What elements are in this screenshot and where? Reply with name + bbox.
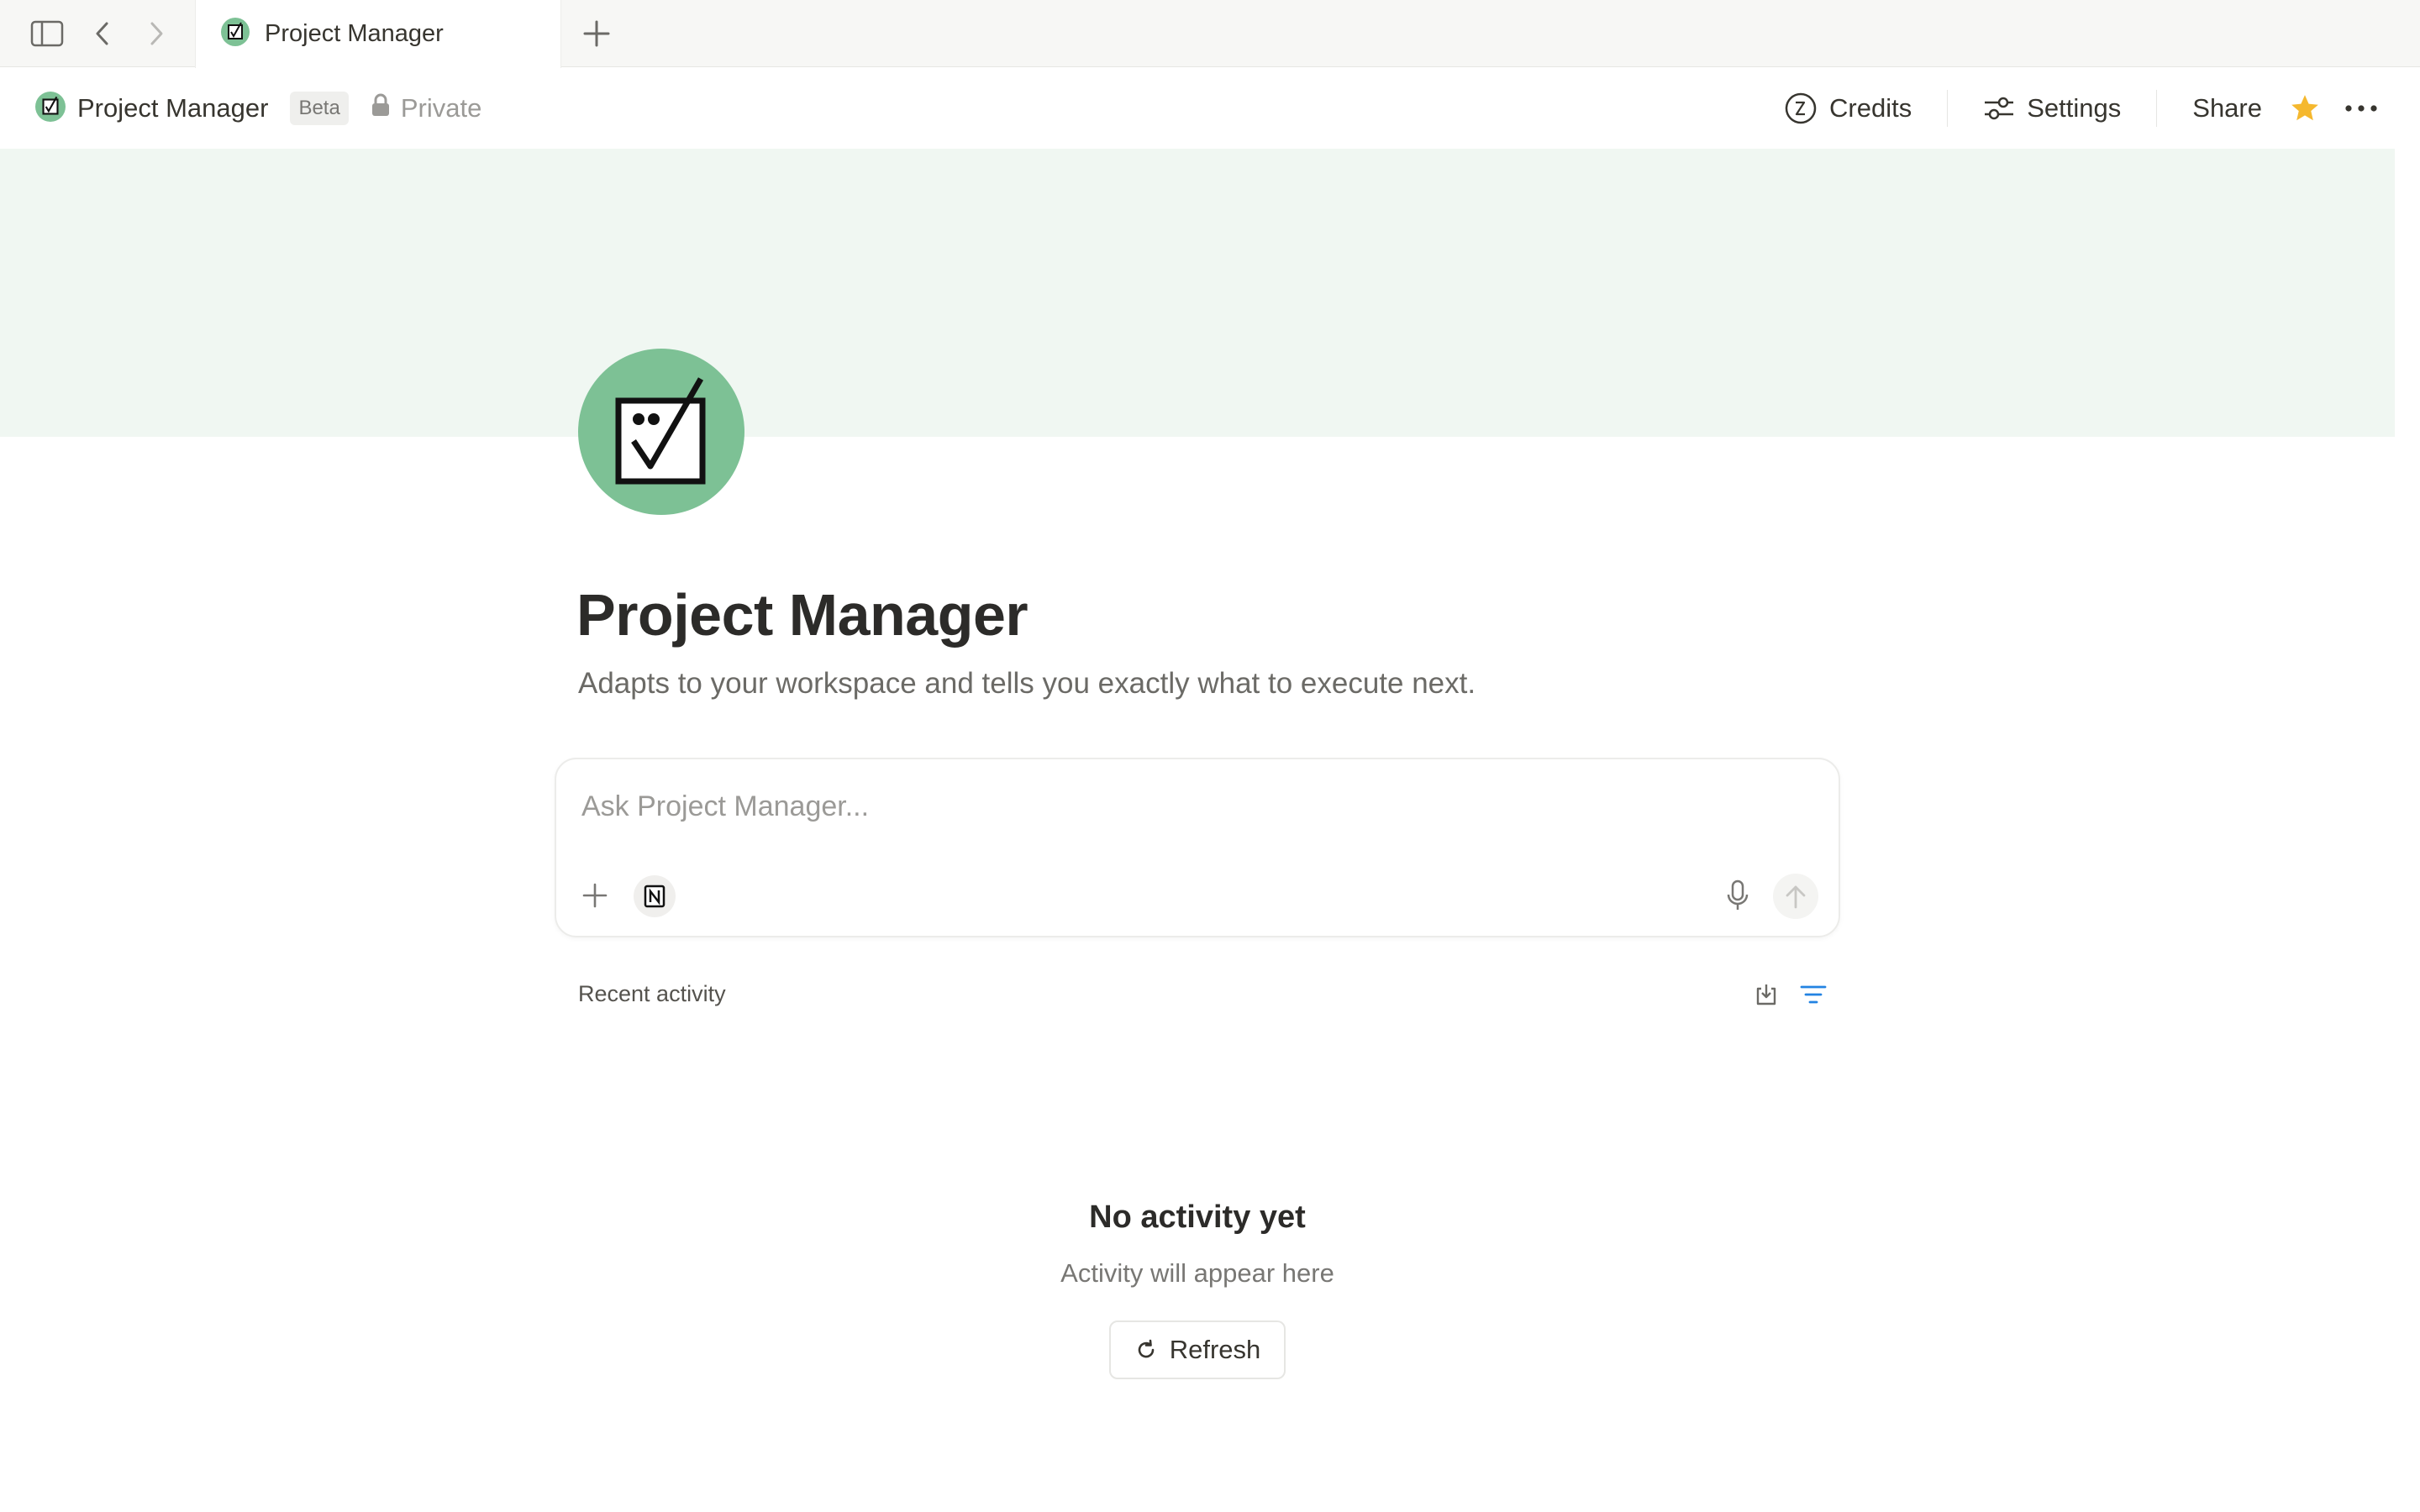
checkbox-face-icon bbox=[35, 91, 66, 126]
credits-icon bbox=[1784, 92, 1818, 125]
sliders-icon bbox=[1983, 95, 2015, 122]
microphone-icon[interactable] bbox=[1719, 877, 1756, 914]
tab-label: Project Manager bbox=[265, 20, 444, 47]
page-header: Project Manager Beta Private Credits Set… bbox=[0, 68, 2420, 149]
tab-project-manager[interactable]: Project Manager bbox=[195, 0, 561, 68]
privacy-status: Private bbox=[371, 93, 481, 123]
breadcrumb-title: Project Manager bbox=[77, 93, 269, 123]
chevron-left-icon[interactable] bbox=[82, 13, 123, 54]
refresh-label: Refresh bbox=[1169, 1335, 1261, 1364]
plus-icon[interactable] bbox=[576, 877, 613, 914]
arrow-up-icon[interactable] bbox=[1773, 874, 1818, 919]
divider bbox=[1947, 90, 1949, 127]
ask-box bbox=[555, 758, 1840, 937]
page-description: Adapts to your workspace and tells you e… bbox=[578, 667, 1476, 700]
header-actions: Credits Settings Share bbox=[1769, 83, 2390, 134]
page-title: Project Manager bbox=[576, 582, 1028, 648]
filter-icon[interactable] bbox=[1795, 976, 1832, 1013]
share-label: Share bbox=[2192, 93, 2262, 123]
privacy-label: Private bbox=[400, 93, 482, 123]
tab-bar: Project Manager bbox=[0, 0, 2420, 68]
recent-activity-label: Recent activity bbox=[578, 981, 726, 1006]
plus-icon[interactable] bbox=[576, 13, 617, 54]
empty-state-subtitle: Activity will appear here bbox=[1060, 1258, 1334, 1288]
checkbox-face-icon bbox=[607, 375, 716, 489]
settings-label: Settings bbox=[2027, 93, 2122, 123]
star-icon[interactable] bbox=[2277, 92, 2333, 124]
settings-button[interactable]: Settings bbox=[1968, 93, 2136, 123]
more-horizontal-icon[interactable] bbox=[2333, 104, 2390, 113]
lock-icon bbox=[371, 93, 391, 123]
divider bbox=[2156, 90, 2158, 127]
refresh-icon bbox=[1134, 1338, 1158, 1362]
sidebar-toggle-icon[interactable] bbox=[27, 13, 67, 54]
empty-state-title: No activity yet bbox=[1089, 1200, 1306, 1235]
chevron-right-icon[interactable] bbox=[136, 13, 176, 54]
ask-input[interactable] bbox=[581, 785, 1758, 828]
notion-logo-icon[interactable] bbox=[634, 875, 676, 917]
agent-avatar bbox=[578, 349, 744, 515]
share-button[interactable]: Share bbox=[2177, 93, 2277, 123]
download-icon[interactable] bbox=[1748, 976, 1785, 1013]
activity-tools bbox=[1738, 976, 1832, 1013]
checkbox-face-icon bbox=[221, 18, 250, 50]
breadcrumb[interactable]: Project Manager Beta Private bbox=[35, 87, 481, 130]
beta-badge: Beta bbox=[290, 92, 349, 125]
credits-button[interactable]: Credits bbox=[1769, 92, 1927, 125]
credits-label: Credits bbox=[1829, 93, 1912, 123]
refresh-button[interactable]: Refresh bbox=[1109, 1320, 1286, 1379]
page-cover bbox=[0, 149, 2395, 437]
